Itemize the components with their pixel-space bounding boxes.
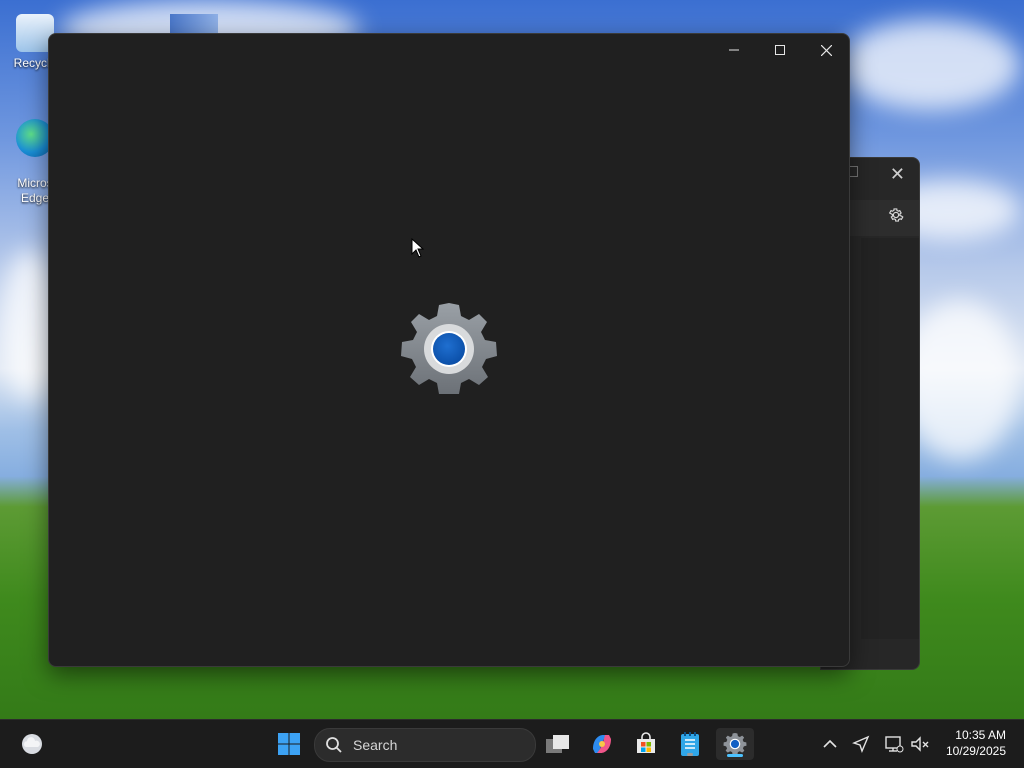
window-controls [711,34,849,66]
settings-window[interactable] [48,33,850,667]
volume-muted-icon[interactable] [910,734,930,754]
running-indicator [687,753,693,756]
weather-widget-button[interactable] [16,728,48,760]
close-button[interactable] [803,34,849,66]
maximize-icon [775,45,785,55]
copilot-icon [593,735,611,753]
active-app-indicator [727,754,743,757]
taskbar-clock[interactable]: 10:35 AM 10/29/2025 [946,727,1006,759]
copilot-button[interactable] [586,728,618,760]
microsoft-store-button[interactable] [630,728,662,760]
gear-icon[interactable] [887,206,905,224]
settings-gear-icon [401,303,497,394]
minimize-button[interactable] [711,34,757,66]
notepad-button[interactable] [674,728,706,760]
task-view-icon [546,735,569,753]
settings-gear-icon [723,732,747,755]
start-button[interactable] [273,728,305,760]
search-icon [326,737,342,753]
taskbar: 10:35 AM 10/29/2025 [0,719,1024,768]
clock-date: 10/29/2025 [945,744,1006,758]
settings-taskbar-button[interactable] [716,728,754,760]
content-pane [861,238,919,639]
weather-cloud-icon [22,734,42,754]
taskbar-search-box[interactable] [314,728,536,762]
location-arrow-icon[interactable] [851,734,871,754]
windows-logo-icon [278,733,300,755]
close-button[interactable]: ✕ [890,164,905,185]
network-icon[interactable] [884,734,904,754]
maximize-button[interactable] [757,34,803,66]
mouse-cursor-icon [411,238,425,258]
clock-time: 10:35 AM [955,728,1006,742]
desktop-icon-partial[interactable] [170,14,218,34]
close-icon [820,44,832,56]
task-view-button[interactable] [542,728,574,760]
chevron-up-icon[interactable] [820,734,840,754]
minimize-icon [729,49,739,51]
store-icon [637,732,655,753]
search-input[interactable] [351,736,515,754]
